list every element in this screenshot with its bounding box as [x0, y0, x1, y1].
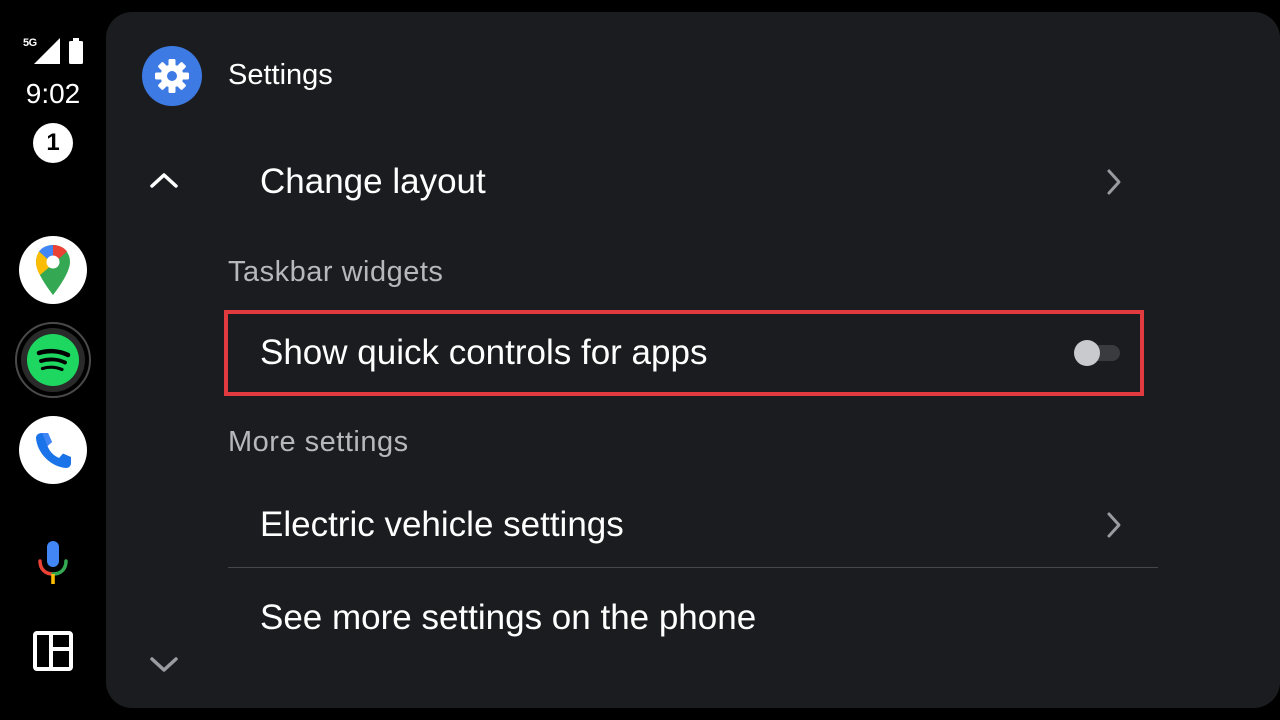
scroll-down-button[interactable] — [142, 644, 186, 684]
maps-app-button[interactable] — [19, 236, 87, 304]
battery-icon — [69, 38, 83, 64]
change-layout-label: Change layout — [260, 162, 486, 201]
settings-panel: Settings Change layout Taskbar widgets S… — [106, 12, 1280, 708]
chevron-up-icon — [150, 173, 178, 188]
cellular-signal-icon — [34, 38, 60, 64]
chevron-right-icon — [1094, 505, 1134, 545]
navigation-rail: 5G 9:02 1 — [0, 0, 106, 720]
more-settings-header: More settings — [228, 426, 409, 458]
microphone-icon — [38, 541, 68, 584]
scroll-up-button[interactable] — [142, 160, 186, 200]
notification-badge[interactable]: 1 — [33, 123, 73, 163]
chevron-right-icon — [1094, 162, 1134, 202]
page-title: Settings — [228, 59, 333, 91]
change-layout-item[interactable]: Change layout — [228, 142, 1158, 222]
ev-settings-label: Electric vehicle settings — [260, 505, 624, 544]
phone-app-button[interactable] — [19, 416, 87, 484]
settings-app-icon — [142, 46, 202, 106]
spotify-app-button[interactable] — [15, 322, 91, 398]
spotify-icon — [27, 334, 79, 386]
clock: 9:02 — [25, 78, 81, 109]
divider — [228, 567, 1158, 568]
taskbar-widgets-header: Taskbar widgets — [228, 256, 444, 288]
maps-icon — [36, 245, 70, 295]
toggle-thumb — [1074, 340, 1100, 366]
quick-controls-label: Show quick controls for apps — [260, 333, 708, 372]
chevron-down-icon — [150, 657, 178, 672]
quick-controls-item[interactable]: Show quick controls for apps — [224, 310, 1144, 396]
status-bar: 5G — [22, 36, 88, 66]
quick-controls-toggle[interactable] — [1074, 340, 1122, 366]
phone-icon — [36, 433, 71, 468]
voice-assistant-button[interactable] — [28, 533, 78, 593]
spotify-icon-container — [21, 328, 85, 392]
see-more-settings-item[interactable]: See more settings on the phone — [228, 577, 1158, 659]
gear-icon — [155, 59, 189, 93]
dashboard-icon — [33, 631, 73, 671]
dashboard-button[interactable] — [28, 626, 78, 676]
see-more-settings-label: See more settings on the phone — [260, 598, 757, 637]
ev-settings-item[interactable]: Electric vehicle settings — [228, 482, 1158, 568]
